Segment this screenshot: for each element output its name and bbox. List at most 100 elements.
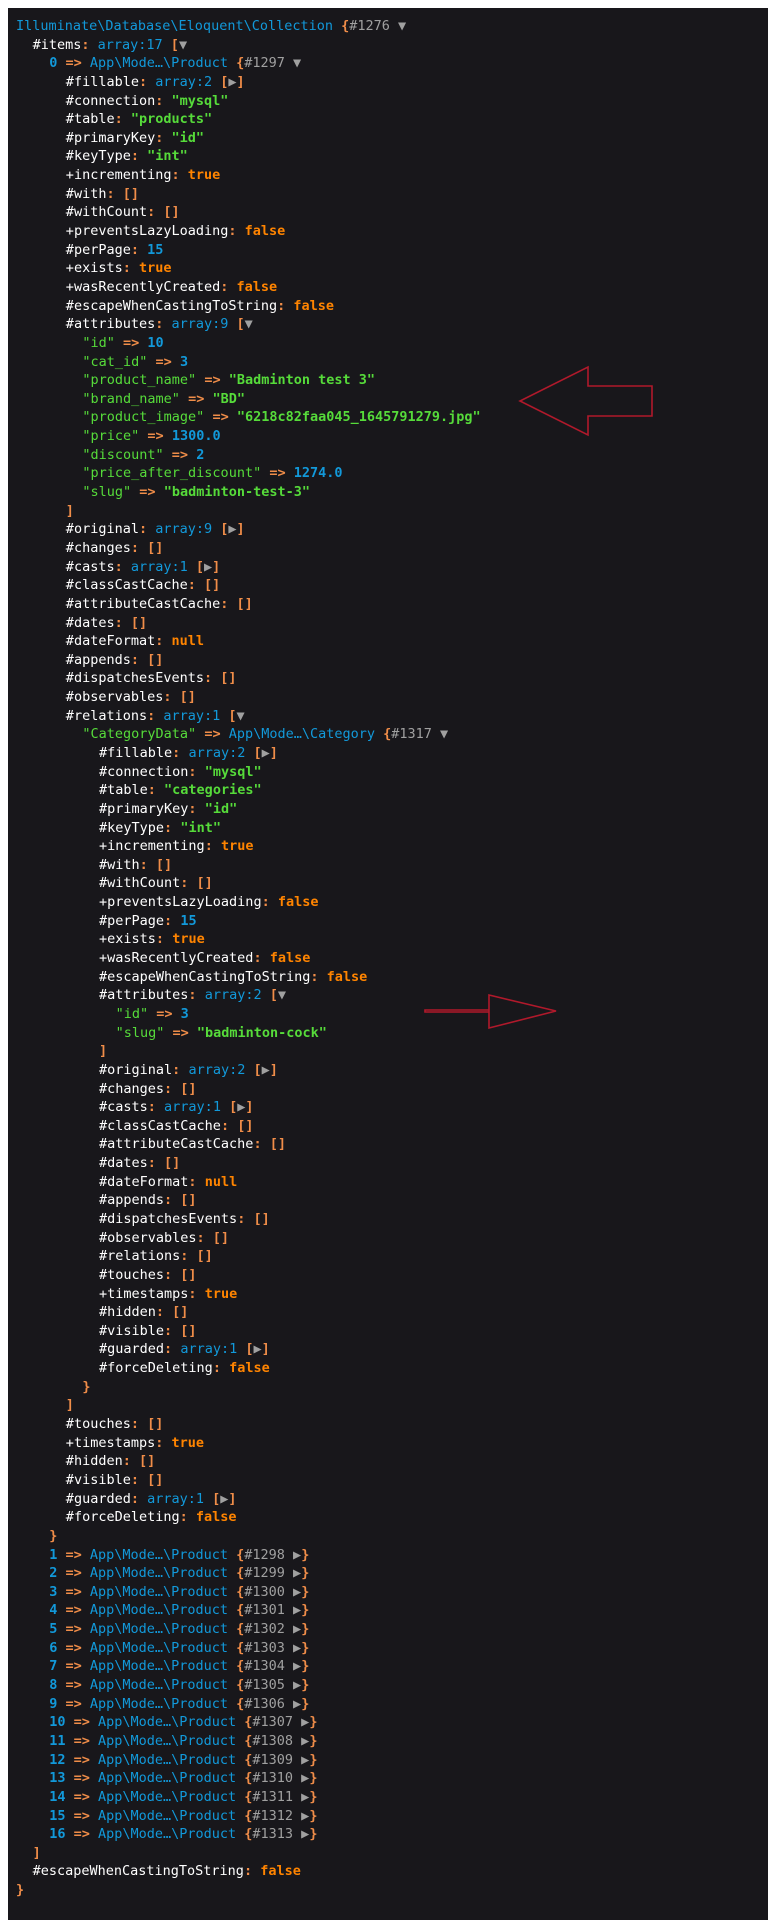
toggle-icon[interactable]: ▶: [293, 1714, 309, 1730]
visibility-modifier: +: [65, 1434, 74, 1451]
property-name: guarded: [73, 1490, 131, 1507]
dump-line: #table: "categories": [8, 781, 768, 800]
dump-line: #dateFormat: null: [8, 1173, 768, 1192]
type-note: array:9: [155, 521, 213, 538]
visibility-modifier: #: [65, 577, 74, 594]
punctuation: ]: [65, 1397, 74, 1414]
class-name: App\Mode…\Product: [97, 1770, 237, 1787]
property-name: preventsLazyLoading: [73, 223, 229, 240]
toggle-icon[interactable]: ▼: [278, 987, 286, 1003]
toggle-icon[interactable]: ▼: [432, 726, 448, 742]
dump-line: ]: [8, 1042, 768, 1061]
punctuation: [: [162, 36, 179, 53]
toggle-icon[interactable]: ▶: [285, 1696, 301, 1712]
dump-line: }: [8, 1378, 768, 1397]
punctuation: }: [309, 1732, 318, 1749]
punctuation: ]: [245, 1099, 254, 1116]
class-name: Illuminate\Database\Eloquent\Collection: [16, 18, 333, 34]
dump-line: #escapeWhenCastingToString: false: [8, 968, 768, 987]
object-ref: #1312: [252, 1807, 294, 1824]
punctuation: }: [301, 1602, 310, 1619]
class-name: App\Mode…\Product: [97, 1714, 237, 1731]
toggle-icon[interactable]: ▼: [390, 18, 406, 34]
dump-line: "slug" => "badminton-test-3": [8, 483, 768, 502]
toggle-icon[interactable]: ▶: [293, 1770, 309, 1786]
array-key: "brand_name": [82, 390, 180, 407]
toggle-icon[interactable]: ▶: [285, 1584, 301, 1600]
constant-value: true: [187, 167, 221, 184]
visibility-modifier: +: [99, 894, 108, 911]
toggle-icon[interactable]: ▶: [293, 1826, 309, 1842]
property-name: appends: [73, 651, 131, 668]
type-note: array:1: [164, 1099, 221, 1116]
property-name: connection: [107, 763, 189, 780]
string-value: "mysql": [204, 763, 262, 780]
punctuation: {: [236, 1826, 253, 1843]
array-key: "slug": [82, 484, 132, 501]
arrow-operator: =>: [65, 1732, 98, 1749]
class-name: App\Mode…\Product: [89, 1695, 229, 1712]
toggle-icon[interactable]: ▶: [285, 1602, 301, 1618]
toggle-icon[interactable]: ▶: [293, 1808, 309, 1824]
dump-line: #dispatchesEvents: []: [8, 1210, 768, 1229]
dump-line: #casts: array:1 [▶]: [8, 1098, 768, 1117]
toggle-icon[interactable]: ▶: [262, 745, 270, 761]
visibility-modifier: #: [65, 1453, 74, 1470]
visibility-modifier: #: [99, 1360, 108, 1377]
array-index: 12: [49, 1751, 66, 1768]
dump-line: +exists: true: [8, 930, 768, 949]
toggle-icon[interactable]: ▶: [262, 1062, 270, 1078]
punctuation: }: [309, 1788, 318, 1805]
visibility-modifier: #: [65, 670, 74, 687]
punctuation: : []: [253, 1136, 286, 1153]
object-ref: #1311: [252, 1788, 294, 1805]
toggle-icon[interactable]: ▶: [285, 1621, 301, 1637]
toggle-icon[interactable]: ▶: [204, 559, 212, 575]
arrow-operator: =>: [65, 1807, 98, 1824]
punctuation: {: [228, 1658, 245, 1675]
toggle-icon[interactable]: ▶: [253, 1341, 261, 1357]
visibility-modifier: #: [65, 316, 74, 333]
dump-line: "price" => 1300.0: [8, 427, 768, 446]
toggle-icon[interactable]: ▶: [228, 74, 236, 90]
punctuation: : []: [180, 1248, 213, 1265]
toggle-icon[interactable]: ▼: [237, 708, 245, 724]
dump-line: +preventsLazyLoading: false: [8, 222, 768, 241]
punctuation: :: [138, 521, 156, 538]
toggle-icon[interactable]: ▶: [293, 1733, 309, 1749]
dump-line: +wasRecentlyCreated: false: [8, 949, 768, 968]
toggle-icon[interactable]: ▶: [285, 1565, 301, 1581]
punctuation: :: [114, 558, 131, 575]
punctuation: }: [309, 1751, 318, 1768]
punctuation: : []: [164, 1322, 197, 1339]
number-value: 15: [180, 912, 197, 929]
toggle-icon[interactable]: ▶: [285, 1677, 301, 1693]
dump-line: #withCount: []: [8, 874, 768, 893]
punctuation: : []: [130, 1471, 164, 1488]
property-name: primaryKey: [107, 800, 189, 817]
toggle-icon[interactable]: ▶: [285, 1640, 301, 1656]
toggle-icon[interactable]: ▶: [285, 1658, 301, 1674]
dump-line: "discount" => 2: [8, 446, 768, 465]
array-key: "price": [82, 428, 140, 445]
toggle-icon[interactable]: ▼: [285, 55, 301, 71]
type-note: array:2: [188, 1061, 246, 1078]
toggle-icon[interactable]: ▼: [179, 37, 187, 53]
toggle-icon[interactable]: ▶: [293, 1789, 309, 1805]
toggle-icon[interactable]: ▶: [285, 1547, 301, 1563]
toggle-icon[interactable]: ▶: [228, 521, 236, 537]
array-key: "cat_id": [82, 353, 148, 370]
visibility-modifier: #: [99, 1341, 108, 1358]
punctuation: [: [212, 73, 229, 90]
punctuation: {: [236, 1714, 253, 1731]
punctuation: :: [155, 633, 172, 650]
punctuation: : []: [187, 577, 221, 594]
arrow-operator: =>: [65, 1751, 98, 1768]
punctuation: :: [147, 707, 164, 724]
dump-line: #attributes: array:9 [▼: [8, 315, 768, 334]
property-name: changes: [107, 1080, 165, 1097]
toggle-icon[interactable]: ▼: [245, 316, 253, 332]
toggle-icon[interactable]: ▶: [293, 1752, 309, 1768]
property-name: with: [73, 185, 107, 202]
punctuation: :: [164, 1341, 181, 1358]
